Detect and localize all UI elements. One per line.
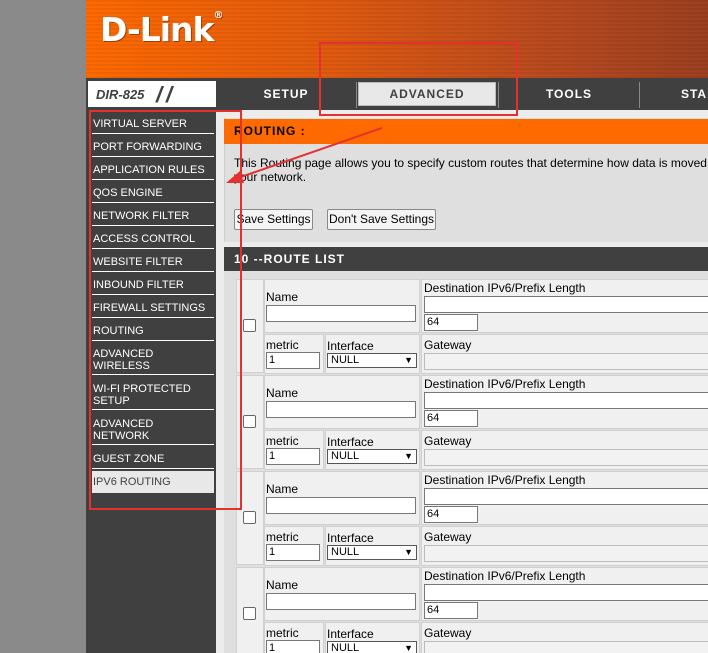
annotation-arrow — [226, 127, 383, 183]
